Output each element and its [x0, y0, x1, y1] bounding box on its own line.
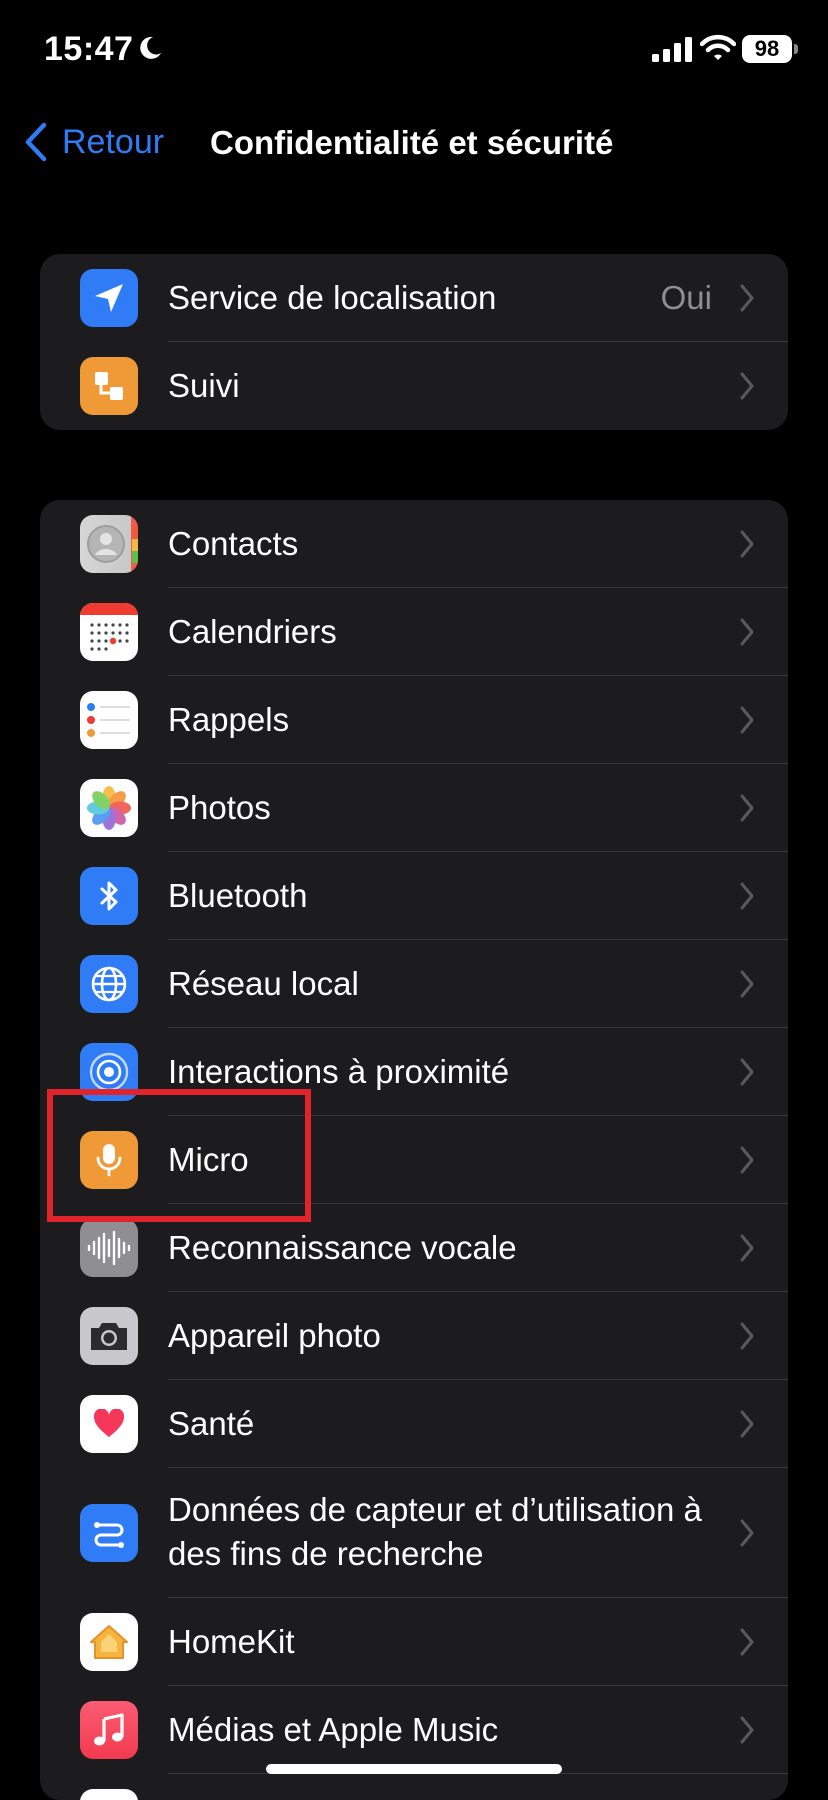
row-camera[interactable]: Appareil photo [40, 1292, 788, 1380]
row-value: Oui [660, 279, 712, 316]
page-title: Confidentialité et sécurité [210, 124, 614, 161]
row-label: Médias et Apple Music [168, 1711, 499, 1748]
row-research-sensor-data[interactable]: Données de capteur et d’utilisation à de… [40, 1468, 788, 1598]
chevron-right-icon [740, 618, 754, 646]
chevron-right-icon [740, 530, 754, 558]
navigation-bar: Retour Confidentialité et sécurité [0, 110, 828, 170]
chevron-right-icon [740, 1058, 754, 1086]
bluetooth-icon [80, 867, 138, 925]
globe-icon [80, 955, 138, 1013]
research-sensor-icon [80, 1504, 138, 1562]
settings-group-location: Service de localisation Oui Suivi [40, 254, 788, 430]
chevron-right-icon [740, 284, 754, 312]
row-label: Contacts [168, 525, 299, 562]
chevron-left-icon [25, 122, 47, 162]
row-local-network[interactable]: Réseau local [40, 940, 788, 1028]
row-location-services[interactable]: Service de localisation Oui [40, 254, 788, 342]
chevron-right-icon [740, 794, 754, 822]
row-homekit[interactable]: HomeKit [40, 1598, 788, 1686]
reminders-icon [80, 691, 138, 749]
row-label: Service de localisation [168, 279, 497, 316]
row-calendars[interactable]: Calendriers [40, 588, 788, 676]
heart-icon [80, 1395, 138, 1453]
row-photos[interactable]: Photos [40, 764, 788, 852]
back-button[interactable]: Retour [24, 120, 164, 164]
location-arrow-icon [80, 269, 138, 327]
row-label: Rappels [168, 701, 290, 738]
row-label: HomeKit [168, 1623, 295, 1660]
cellular-signal-icon [652, 37, 692, 62]
chevron-right-icon [740, 1410, 754, 1438]
chevron-right-icon [740, 372, 754, 400]
row-label: Données de capteur et d’utilisation à de… [168, 1491, 702, 1572]
battery-cap [794, 44, 798, 54]
row-label: Appareil photo [168, 1317, 381, 1354]
wifi-icon [700, 34, 736, 60]
calendar-icon [80, 603, 138, 661]
status-bar: 15:47 98 [0, 0, 828, 100]
tracking-icon [80, 357, 138, 415]
row-health[interactable]: Santé [40, 1380, 788, 1468]
chevron-right-icon [740, 882, 754, 910]
row-tracking[interactable]: Suivi [40, 342, 788, 430]
home-indicator[interactable] [266, 1764, 562, 1774]
music-note-icon [80, 1701, 138, 1759]
chevron-right-icon [740, 1716, 754, 1744]
home-icon [80, 1613, 138, 1671]
row-label: Photos [168, 789, 271, 826]
chevron-right-icon [740, 970, 754, 998]
row-contacts[interactable]: Contacts [40, 500, 788, 588]
status-time: 15:47 [44, 30, 134, 68]
chevron-right-icon [740, 1519, 754, 1547]
battery-indicator: 98 [742, 35, 792, 63]
row-reminders[interactable]: Rappels [40, 676, 788, 764]
chevron-right-icon [740, 1146, 754, 1174]
row-label: Suivi [168, 367, 240, 404]
chevron-right-icon [740, 1234, 754, 1262]
row-partial [40, 1774, 788, 1800]
app-icon [80, 1789, 138, 1800]
highlight-box [47, 1089, 311, 1222]
row-label: Réseau local [168, 965, 359, 1002]
chevron-right-icon [740, 706, 754, 734]
row-label: Santé [168, 1405, 255, 1442]
row-label: Calendriers [168, 613, 337, 650]
chevron-right-icon [740, 1322, 754, 1350]
row-bluetooth[interactable]: Bluetooth [40, 852, 788, 940]
back-label: Retour [62, 122, 165, 161]
photos-icon [80, 779, 138, 837]
contacts-icon [80, 515, 138, 573]
chevron-right-icon [740, 1628, 754, 1656]
waveform-icon [80, 1219, 138, 1277]
camera-icon [80, 1307, 138, 1365]
row-media-apple-music[interactable]: Médias et Apple Music [40, 1686, 788, 1774]
row-label: Bluetooth [168, 877, 308, 914]
moon-icon [140, 36, 161, 59]
